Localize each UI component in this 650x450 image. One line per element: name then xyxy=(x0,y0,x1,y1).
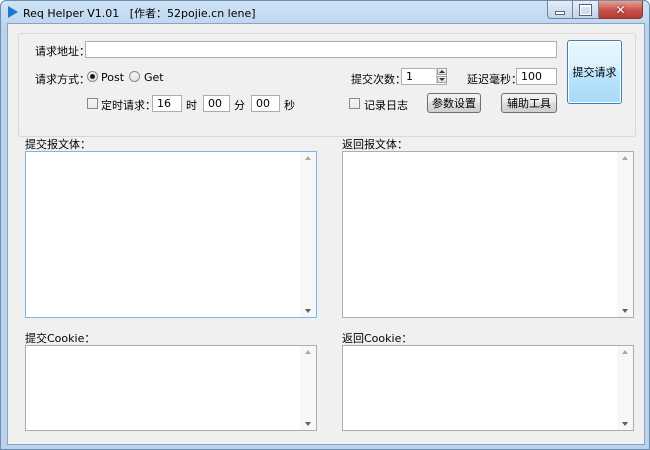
minimize-button[interactable] xyxy=(547,1,573,19)
method-post-label[interactable]: Post xyxy=(101,71,124,84)
minute-unit: 分 xyxy=(234,99,245,112)
submit-cookie-label: 提交Cookie： xyxy=(25,332,96,345)
maximize-button[interactable] xyxy=(573,1,599,19)
return-body-label: 返回报文体： xyxy=(342,138,408,151)
delay-input[interactable] xyxy=(516,68,557,85)
submit-cookie-scrollbar[interactable] xyxy=(300,346,316,430)
app-icon xyxy=(8,6,18,18)
delay-label: 延迟毫秒： xyxy=(467,73,522,86)
param-settings-button[interactable]: 参数设置 xyxy=(427,93,481,113)
scroll-down-icon[interactable] xyxy=(305,309,311,313)
scroll-up-icon[interactable] xyxy=(622,350,628,354)
timed-request-label[interactable]: 定时请求： xyxy=(101,97,156,113)
request-settings-group: 请求地址： 请求方式： Post Get 提交次数： 延迟毫秒： 定时请求： 时 xyxy=(18,33,636,137)
minute-input[interactable] xyxy=(203,95,230,112)
app-window: Req Helper V1.01 [作者：52pojie.cn lene] ✕ … xyxy=(0,0,650,450)
scroll-down-icon[interactable] xyxy=(305,422,311,426)
hour-unit: 时 xyxy=(186,99,197,112)
submit-count-label: 提交次数： xyxy=(351,73,406,86)
return-body-scrollbar[interactable] xyxy=(617,152,633,317)
second-unit: 秒 xyxy=(284,99,295,112)
return-body-textarea[interactable] xyxy=(342,151,634,318)
submit-count-spin xyxy=(436,68,447,85)
title-bar[interactable]: Req Helper V1.01 [作者：52pojie.cn lene] ✕ xyxy=(1,1,649,23)
url-label: 请求地址： xyxy=(35,45,90,58)
return-cookie-label: 返回Cookie： xyxy=(342,332,413,345)
scroll-up-icon[interactable] xyxy=(305,350,311,354)
log-checkbox[interactable] xyxy=(349,98,360,109)
return-cookie-scrollbar[interactable] xyxy=(617,346,633,430)
close-button[interactable]: ✕ xyxy=(599,1,643,19)
submit-count-stepper xyxy=(401,68,447,85)
scroll-down-icon[interactable] xyxy=(622,309,628,313)
submit-body-scrollbar[interactable] xyxy=(300,152,316,317)
return-cookie-textarea[interactable] xyxy=(342,345,634,431)
scroll-up-icon[interactable] xyxy=(622,156,628,160)
window-title: Req Helper V1.01 [作者：52pojie.cn lene] xyxy=(23,7,256,20)
scroll-down-icon[interactable] xyxy=(622,422,628,426)
close-icon: ✕ xyxy=(615,2,626,17)
log-label[interactable]: 记录日志 xyxy=(364,97,408,113)
spin-up-icon[interactable] xyxy=(437,68,447,75)
hour-input[interactable] xyxy=(152,95,182,112)
method-post-radio[interactable] xyxy=(87,71,98,82)
submit-body-label: 提交报文体： xyxy=(25,138,91,151)
timed-request-checkbox[interactable] xyxy=(87,98,98,109)
tools-button[interactable]: 辅助工具 xyxy=(501,93,557,113)
caption-buttons: ✕ xyxy=(547,1,643,19)
method-get-label[interactable]: Get xyxy=(144,71,164,84)
submit-body-textarea[interactable] xyxy=(25,151,317,318)
client-area: 请求地址： 请求方式： Post Get 提交次数： 延迟毫秒： 定时请求： 时 xyxy=(7,23,645,445)
submit-request-button[interactable]: 提交请求 xyxy=(567,40,622,104)
method-label: 请求方式： xyxy=(35,73,90,86)
url-input[interactable] xyxy=(85,41,557,58)
method-get-radio[interactable] xyxy=(129,71,140,82)
submit-cookie-textarea[interactable] xyxy=(25,345,317,431)
scroll-up-icon[interactable] xyxy=(305,156,311,160)
spin-down-icon[interactable] xyxy=(437,76,447,83)
second-input[interactable] xyxy=(251,95,280,112)
